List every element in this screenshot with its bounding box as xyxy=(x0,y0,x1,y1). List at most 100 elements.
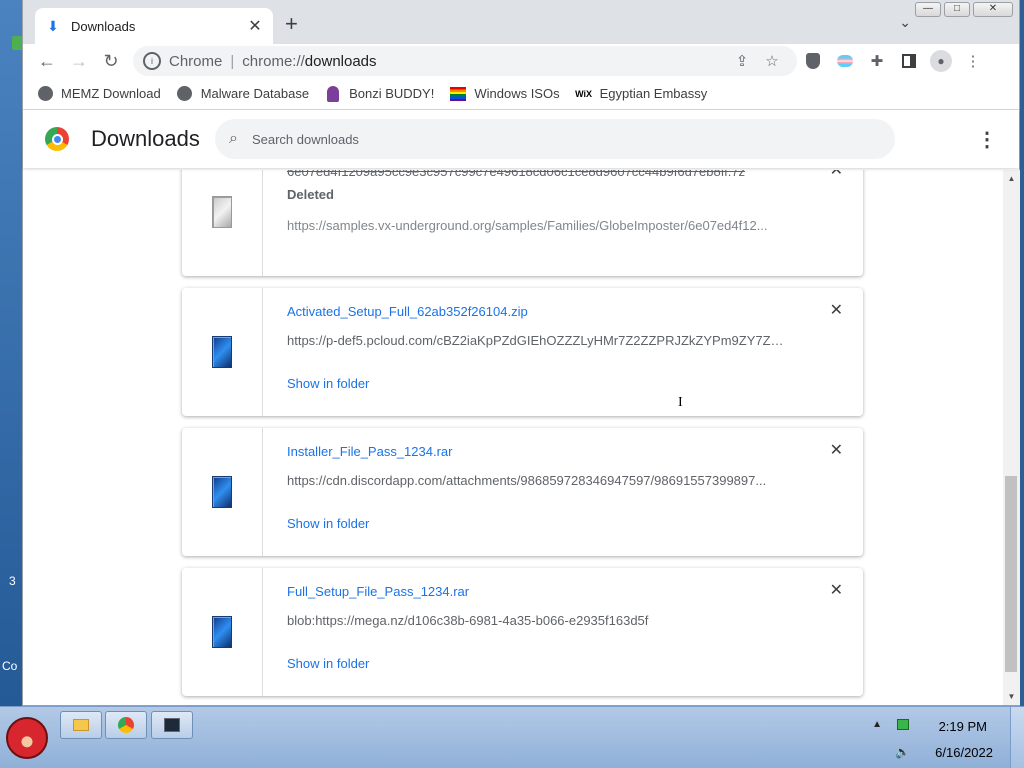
chrome-icon xyxy=(118,717,134,733)
search-input[interactable] xyxy=(251,131,812,147)
bookmark-label: MEMZ Download xyxy=(61,86,161,101)
bookmark-bonzi-buddy[interactable]: Bonzi BUDDY! xyxy=(325,85,435,102)
show-in-folder-link[interactable]: Show in folder xyxy=(287,376,369,391)
downloads-header: Downloads ⌕ ⋮ xyxy=(23,110,1019,168)
download-icon: ⬇ xyxy=(47,17,59,34)
remove-close-icon[interactable]: ✕ xyxy=(830,300,843,320)
bookmarks-bar: MEMZ Download Malware Database Bonzi BUD… xyxy=(23,78,1019,110)
tab-strip: ⬇ Downloads ✕ + ⌄ — □ ✕ xyxy=(23,0,1019,44)
download-item-content: 6e07ed4f1209a95cc9e3c957c99c7e49618cd06c… xyxy=(263,170,863,276)
desktop-side-text: Co xyxy=(2,659,18,673)
show-in-folder-link[interactable]: Show in folder xyxy=(287,516,369,531)
file-name-link[interactable]: Full_Setup_File_Pass_1234.rar xyxy=(287,584,839,599)
bookmark-memz[interactable]: MEMZ Download xyxy=(37,86,161,102)
new-tab-button[interactable]: + xyxy=(285,12,298,36)
scroll-thumb[interactable] xyxy=(1005,476,1017,672)
taskbar-chrome[interactable] xyxy=(105,711,147,739)
file-icon xyxy=(212,196,232,228)
share-icon[interactable]: ⇪ xyxy=(727,52,757,70)
scroll-up-arrow-icon[interactable]: ▲ xyxy=(1003,170,1020,187)
address-bar[interactable]: i Chrome | chrome://downloads ⇪ ☆ xyxy=(133,46,797,76)
taskbar-terminal[interactable] xyxy=(151,711,193,739)
close-window-button[interactable]: ✕ xyxy=(973,2,1013,17)
scroll-down-arrow-icon[interactable]: ▼ xyxy=(1003,688,1020,705)
file-name-link[interactable]: Activated_Setup_Full_62ab352f26104.zip xyxy=(287,304,839,319)
download-item: Full_Setup_File_Pass_1234.rar blob:https… xyxy=(182,568,863,696)
reload-button[interactable]: ↻ xyxy=(95,45,127,77)
file-name-link[interactable]: Installer_File_Pass_1234.rar xyxy=(287,444,839,459)
back-button[interactable]: ← xyxy=(31,45,63,77)
page-scrollbar[interactable]: ▲ ▼ xyxy=(1003,170,1020,705)
download-item: Installer_File_Pass_1234.rar https://cdn… xyxy=(182,428,863,556)
bookmark-windows-isos[interactable]: Windows ISOs xyxy=(450,86,560,102)
taskbar: ▲ 🔈 2:19 PM 6/16/2022 xyxy=(0,706,1024,768)
bookmark-star-icon[interactable]: ☆ xyxy=(757,52,787,70)
file-icon-column xyxy=(182,428,263,556)
file-name: 6e07ed4f1209a95cc9e3c957c99c7e49618cd06c… xyxy=(287,170,746,179)
file-url[interactable]: https://p-def5.pcloud.com/cBZ2iaKpPZdGIE… xyxy=(287,333,787,348)
tab-close-icon[interactable]: ✕ xyxy=(247,16,263,36)
file-icon-column xyxy=(182,288,263,416)
window-controls: — □ ✕ xyxy=(915,2,1013,17)
url-scheme: chrome:// xyxy=(242,52,305,70)
clock-time[interactable]: 2:19 PM xyxy=(939,719,987,734)
terminal-icon xyxy=(164,718,180,732)
search-downloads[interactable]: ⌕ xyxy=(215,119,895,159)
tab-downloads[interactable]: ⬇ Downloads ✕ xyxy=(35,8,273,44)
omnibox-url[interactable]: chrome://downloads xyxy=(242,53,727,70)
ublock-shield-icon[interactable] xyxy=(797,45,829,77)
clock-date[interactable]: 6/16/2022 xyxy=(935,745,993,760)
downloads-more-actions-icon[interactable]: ⋮ xyxy=(977,127,997,152)
chrome-logo-icon xyxy=(45,127,69,151)
globe-icon xyxy=(37,86,53,102)
tab-search-chevron-icon[interactable]: ⌄ xyxy=(899,14,911,31)
chrome-menu-icon[interactable]: ⋮ xyxy=(957,45,989,77)
download-status: Deleted xyxy=(287,187,334,202)
remove-close-icon[interactable]: ✕ xyxy=(830,170,843,180)
remove-close-icon[interactable]: ✕ xyxy=(830,440,843,460)
download-item: 6e07ed4f1209a95cc9e3c957c99c7e49618cd06c… xyxy=(182,170,863,276)
site-info-icon[interactable]: i xyxy=(143,52,161,70)
page-title: Downloads xyxy=(91,126,200,151)
file-icon xyxy=(212,336,232,368)
bonzi-icon xyxy=(325,85,341,102)
minimize-button[interactable]: — xyxy=(915,2,941,17)
file-icon-column xyxy=(182,170,263,276)
taskbar-explorer[interactable] xyxy=(60,711,102,739)
show-in-folder-link[interactable]: Show in folder xyxy=(287,656,369,671)
bookmark-label: Egyptian Embassy xyxy=(599,86,708,101)
bookmark-label: Windows ISOs xyxy=(474,86,560,101)
rainbow-flag-icon xyxy=(450,86,467,102)
download-item-content: Full_Setup_File_Pass_1234.rar blob:https… xyxy=(263,568,863,696)
trans-flag-extension-icon[interactable] xyxy=(829,45,861,77)
bookmark-label: Bonzi BUDDY! xyxy=(349,86,435,101)
network-icon[interactable] xyxy=(897,719,909,730)
angry-bird-start-icon xyxy=(6,717,48,759)
tray-expand-icon[interactable]: ▲ xyxy=(872,719,882,730)
omnibox-chip: Chrome xyxy=(169,52,223,70)
globe-icon xyxy=(177,86,193,102)
profile-avatar-icon[interactable]: ● xyxy=(925,45,957,77)
desktop-background xyxy=(0,0,22,706)
bookmark-malware-database[interactable]: Malware Database xyxy=(177,86,309,102)
downloads-list: 6e07ed4f1209a95cc9e3c957c99c7e49618cd06c… xyxy=(23,170,1003,705)
desktop-side-number: 3 xyxy=(9,574,16,588)
side-panel-icon[interactable] xyxy=(893,45,925,77)
tab-title: Downloads xyxy=(71,18,136,34)
bookmark-egyptian-embassy[interactable]: WiX Egyptian Embassy xyxy=(575,86,708,102)
text-cursor-icon: I xyxy=(678,395,683,410)
remove-close-icon[interactable]: ✕ xyxy=(830,580,843,600)
volume-icon[interactable]: 🔈 xyxy=(895,745,910,759)
file-icon-column xyxy=(182,568,263,696)
extensions-puzzle-icon[interactable]: ✚ xyxy=(861,45,893,77)
maximize-button[interactable]: □ xyxy=(944,2,970,17)
browser-toolbar: ← → ↻ i Chrome | chrome://downloads ⇪ ☆ … xyxy=(23,44,1019,78)
url-path: downloads xyxy=(304,52,377,70)
file-url[interactable]: blob:https://mega.nz/d106c38b-6981-4a35-… xyxy=(287,613,787,628)
show-desktop-button[interactable] xyxy=(1010,707,1024,768)
bookmark-label: Malware Database xyxy=(200,86,310,101)
file-url[interactable]: https://cdn.discordapp.com/attachments/9… xyxy=(287,473,787,488)
start-button[interactable] xyxy=(4,711,50,765)
download-item: Activated_Setup_Full_62ab352f26104.zip h… xyxy=(182,288,863,416)
forward-button[interactable]: → xyxy=(63,45,95,77)
